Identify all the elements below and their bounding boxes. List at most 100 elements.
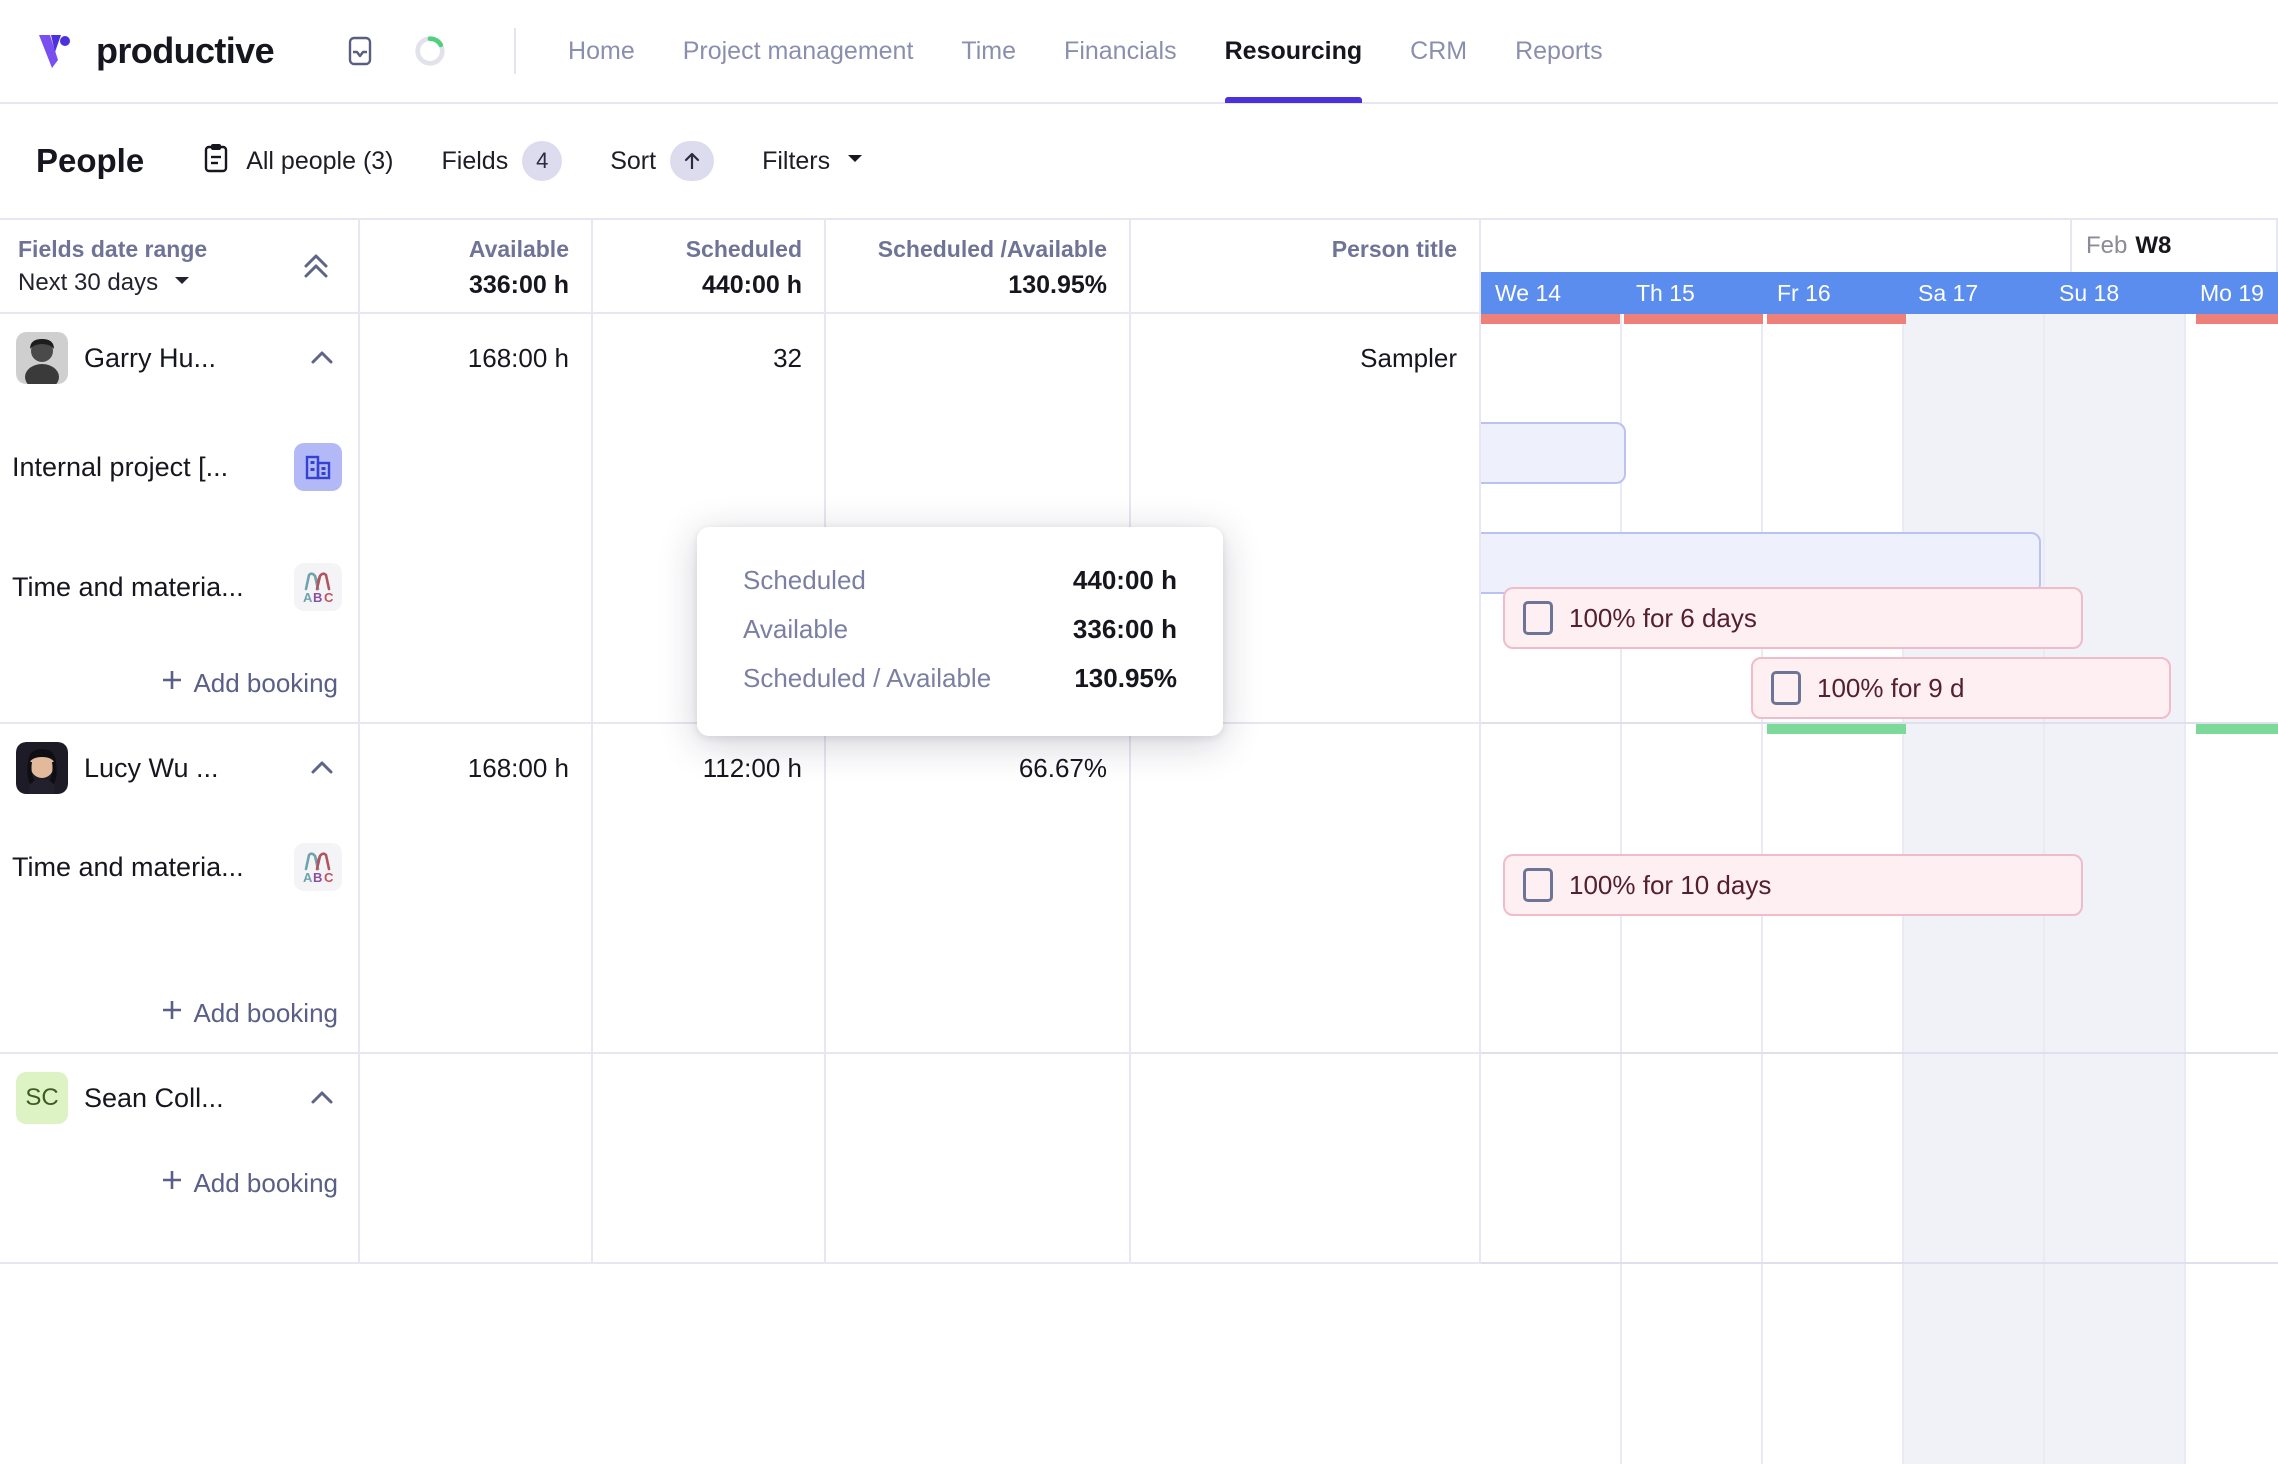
nav-link-financials[interactable]: Financials bbox=[1040, 0, 1201, 103]
booking-label: 100% for 6 days bbox=[1569, 602, 1757, 633]
app-logo[interactable]: productive bbox=[34, 28, 275, 74]
person-row[interactable]: Lucy Wu ... bbox=[0, 724, 358, 812]
column-header-scheduled[interactable]: Scheduled 440:00 h bbox=[593, 220, 826, 312]
available-cell: 168:00 h bbox=[360, 724, 593, 1052]
person-group-sean: SC Sean Coll... Add booking bbox=[0, 1054, 1481, 1264]
person-title-cell bbox=[1131, 724, 1481, 1052]
project-row[interactable]: Time and materia... A B C bbox=[0, 812, 358, 922]
capacity-bar-row bbox=[1481, 1054, 2278, 1142]
available-value: 168:00 h bbox=[467, 752, 569, 783]
sort-button[interactable]: Sort bbox=[610, 141, 715, 181]
capacity-segment-over bbox=[1624, 314, 1763, 324]
nav-link-reports[interactable]: Reports bbox=[1491, 0, 1627, 103]
nav-link-project-management[interactable]: Project management bbox=[659, 0, 938, 103]
person-title-value bbox=[1131, 724, 1479, 812]
avatar bbox=[16, 332, 68, 384]
column-label: Scheduled /Available bbox=[877, 236, 1107, 262]
project-name: Time and materia... bbox=[12, 571, 244, 602]
nav-link-crm[interactable]: CRM bbox=[1386, 0, 1491, 103]
person-left-column: Garry Hu... Internal project [... Time a… bbox=[0, 314, 360, 722]
date-range-text: Next 30 days bbox=[18, 269, 159, 296]
scheduled-cell: 112:00 h bbox=[593, 724, 826, 1052]
nav-link-time[interactable]: Time bbox=[937, 0, 1040, 103]
timeline-rows: ...ays ...ays 100% for 6 days 100% for 9… bbox=[1481, 314, 2278, 1464]
productive-logo-icon bbox=[34, 28, 80, 74]
booking-bar[interactable]: ...ays bbox=[1481, 532, 2041, 594]
chevron-down-icon bbox=[172, 269, 192, 297]
timeline-day-fr16[interactable]: Fr 16 bbox=[1763, 272, 1904, 314]
sort-label: Sort bbox=[610, 146, 657, 175]
person-row[interactable]: Garry Hu... bbox=[0, 314, 358, 402]
nav-link-resourcing[interactable]: Resourcing bbox=[1201, 0, 1387, 103]
abc-people-icon: A B C bbox=[294, 843, 342, 891]
booking-bar[interactable]: 100% for 6 days bbox=[1503, 587, 2083, 649]
timeline-day-we14[interactable]: We 14 bbox=[1481, 272, 1622, 314]
fields-label: Fields bbox=[441, 146, 509, 175]
building-icon bbox=[294, 443, 342, 491]
inbox-icon[interactable] bbox=[342, 33, 378, 69]
plus-icon bbox=[159, 1167, 185, 1200]
nav-icon-group bbox=[342, 28, 517, 74]
all-people-selector[interactable]: All people (3) bbox=[200, 142, 394, 181]
timeline-group-lucy: 100% for 10 days bbox=[1481, 724, 2278, 1054]
ratio-value bbox=[826, 314, 1129, 402]
project-row[interactable]: Time and materia... A B C bbox=[0, 532, 358, 642]
timeline-bookings-garry: ...ays ...ays 100% for 6 days 100% for 9… bbox=[1481, 402, 2278, 724]
svg-text:C: C bbox=[324, 870, 334, 885]
chevron-up-icon[interactable] bbox=[302, 338, 342, 378]
add-booking-button[interactable]: Add booking bbox=[0, 972, 358, 1054]
timeline-week-current: Feb W8 bbox=[2072, 220, 2278, 272]
column-header-person-title[interactable]: Person title bbox=[1131, 220, 1481, 312]
available-value bbox=[360, 1054, 591, 1142]
plus-icon bbox=[159, 667, 185, 700]
column-label: Available bbox=[468, 236, 569, 262]
booking-bar[interactable]: 100% for 9 d bbox=[1751, 657, 2171, 719]
available-value: 168:00 h bbox=[467, 342, 569, 373]
project-row[interactable]: Internal project [... bbox=[0, 402, 358, 532]
booking-label: 100% for 10 days bbox=[1569, 869, 1772, 900]
timeline-pane: Feb W8 We 14 Th 15 Fr 16 Sa 17 Su 18 Mo … bbox=[1481, 220, 2278, 1464]
fields-button[interactable]: Fields 4 bbox=[442, 141, 563, 181]
tooltip-value: 440:00 h bbox=[1072, 565, 1177, 595]
people-table-body: Garry Hu... Internal project [... Time a… bbox=[0, 314, 1481, 1464]
progress-ring-icon[interactable] bbox=[412, 33, 448, 69]
metrics-tooltip: Scheduled 440:00 h Available 336:00 h Sc… bbox=[697, 527, 1223, 736]
timeline-group-garry: ...ays ...ays 100% for 6 days 100% for 9… bbox=[1481, 314, 2278, 724]
column-label: Scheduled bbox=[685, 236, 802, 262]
avatar bbox=[16, 742, 68, 794]
add-booking-button[interactable]: Add booking bbox=[0, 642, 358, 724]
booking-bar[interactable]: 100% for 10 days bbox=[1503, 854, 2083, 916]
brand-name: productive bbox=[96, 30, 275, 71]
add-booking-button[interactable]: Add booking bbox=[0, 1142, 358, 1224]
collapse-all-button[interactable] bbox=[292, 242, 340, 290]
timeline-body: ...ays ...ays 100% for 6 days 100% for 9… bbox=[1481, 314, 2278, 1464]
checkbox-icon[interactable] bbox=[1523, 868, 1553, 902]
nav-divider bbox=[514, 28, 517, 74]
column-header-available[interactable]: Available 336:00 h bbox=[360, 220, 593, 312]
person-left-column: SC Sean Coll... Add booking bbox=[0, 1054, 360, 1262]
add-booking-label: Add booking bbox=[193, 667, 338, 698]
chevron-up-icon[interactable] bbox=[302, 1078, 342, 1118]
timeline-day-su18[interactable]: Su 18 bbox=[2045, 272, 2186, 314]
booking-bar[interactable]: ...ays bbox=[1481, 422, 1626, 484]
person-name: Garry Hu... bbox=[84, 342, 217, 373]
column-header-scheduled-available[interactable]: Scheduled /Available 130.95% bbox=[826, 220, 1131, 312]
view-toolbar: People All people (3) Fields 4 Sort Filt… bbox=[0, 104, 2278, 220]
checkbox-icon[interactable] bbox=[1771, 671, 1801, 705]
timeline-day-th15[interactable]: Th 15 bbox=[1622, 272, 1763, 314]
timeline-day-sa17[interactable]: Sa 17 bbox=[1904, 272, 2045, 314]
person-title-cell bbox=[1131, 1054, 1481, 1262]
column-total: 336:00 h bbox=[468, 271, 569, 299]
capacity-segment-over bbox=[1767, 314, 1906, 324]
chevron-up-icon[interactable] bbox=[302, 748, 342, 788]
sort-ascending-icon bbox=[670, 141, 715, 181]
nav-link-home[interactable]: Home bbox=[544, 0, 659, 103]
timeline-day-mo19[interactable]: Mo 19 bbox=[2186, 272, 2278, 314]
table-header-row: Fields date range Next 30 days Available… bbox=[0, 220, 1481, 314]
checkbox-icon[interactable] bbox=[1523, 601, 1553, 635]
available-cell: 168:00 h bbox=[360, 314, 593, 722]
person-row[interactable]: SC Sean Coll... bbox=[0, 1054, 358, 1142]
tooltip-row: Scheduled / Available 130.95% bbox=[743, 663, 1177, 694]
project-name: Time and materia... bbox=[12, 851, 244, 882]
filters-button[interactable]: Filters bbox=[762, 147, 866, 176]
